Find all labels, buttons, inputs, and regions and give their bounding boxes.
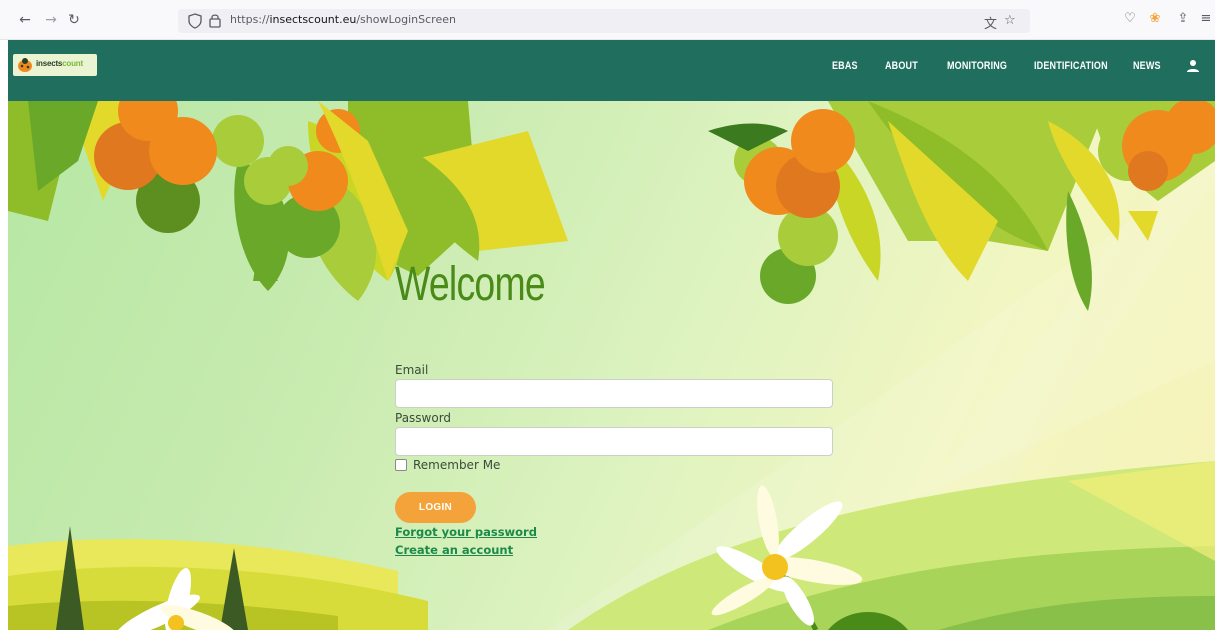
nav-about[interactable]: ABOUT (885, 60, 918, 72)
lock-icon[interactable] (208, 12, 222, 28)
url-text: https://insectscount.eu/showLoginScreen (230, 13, 456, 26)
user-account-icon[interactable] (1186, 59, 1200, 73)
browser-toolbar: ← → ↻ https://insectscount.eu/showLoginS… (0, 0, 1215, 40)
remember-me-label[interactable]: Remember Me (413, 458, 500, 472)
remember-me-checkbox[interactable] (395, 459, 407, 471)
translate-icon[interactable]: 文 (984, 13, 997, 32)
password-field[interactable] (395, 427, 833, 456)
share-icon[interactable]: ⇪ (1174, 10, 1192, 28)
extension-icon[interactable]: ❀ (1146, 10, 1164, 28)
reload-icon[interactable]: ↻ (66, 12, 82, 28)
welcome-heading: Welcome (395, 258, 546, 311)
hero-background: Welcome Email Password Remember Me LOGIN… (8, 101, 1215, 630)
ladybug-logo-icon (18, 58, 32, 72)
nav-monitoring[interactable]: MONITORING (947, 60, 1007, 72)
nav-ebas[interactable]: EBAS (832, 60, 858, 72)
create-account-link[interactable]: Create an account (395, 543, 513, 557)
email-label: Email (395, 363, 429, 377)
foliage-illustration (8, 101, 1215, 630)
logo-text: insectscount (36, 59, 83, 68)
login-button[interactable]: LOGIN (395, 492, 476, 523)
site-header: insectscount EBAS ABOUT MONITORING IDENT… (8, 40, 1215, 101)
bookmark-star-icon[interactable]: ☆ (1004, 13, 1016, 28)
nav-news[interactable]: NEWS (1133, 60, 1161, 72)
menu-icon[interactable]: ≡ (1197, 10, 1215, 28)
password-label: Password (395, 411, 452, 425)
email-field[interactable] (395, 379, 833, 408)
address-bar[interactable]: https://insectscount.eu/showLoginScreen … (178, 9, 1030, 33)
insectscount-logo[interactable]: insectscount (13, 54, 97, 76)
nav-identification[interactable]: IDENTIFICATION (1034, 60, 1108, 72)
forward-arrow-icon[interactable]: → (43, 12, 59, 28)
tracking-shield-icon[interactable] (188, 13, 202, 29)
pocket-icon[interactable]: ♡ (1121, 10, 1139, 28)
forgot-password-link[interactable]: Forgot your password (395, 525, 537, 539)
back-arrow-icon[interactable]: ← (17, 12, 33, 28)
